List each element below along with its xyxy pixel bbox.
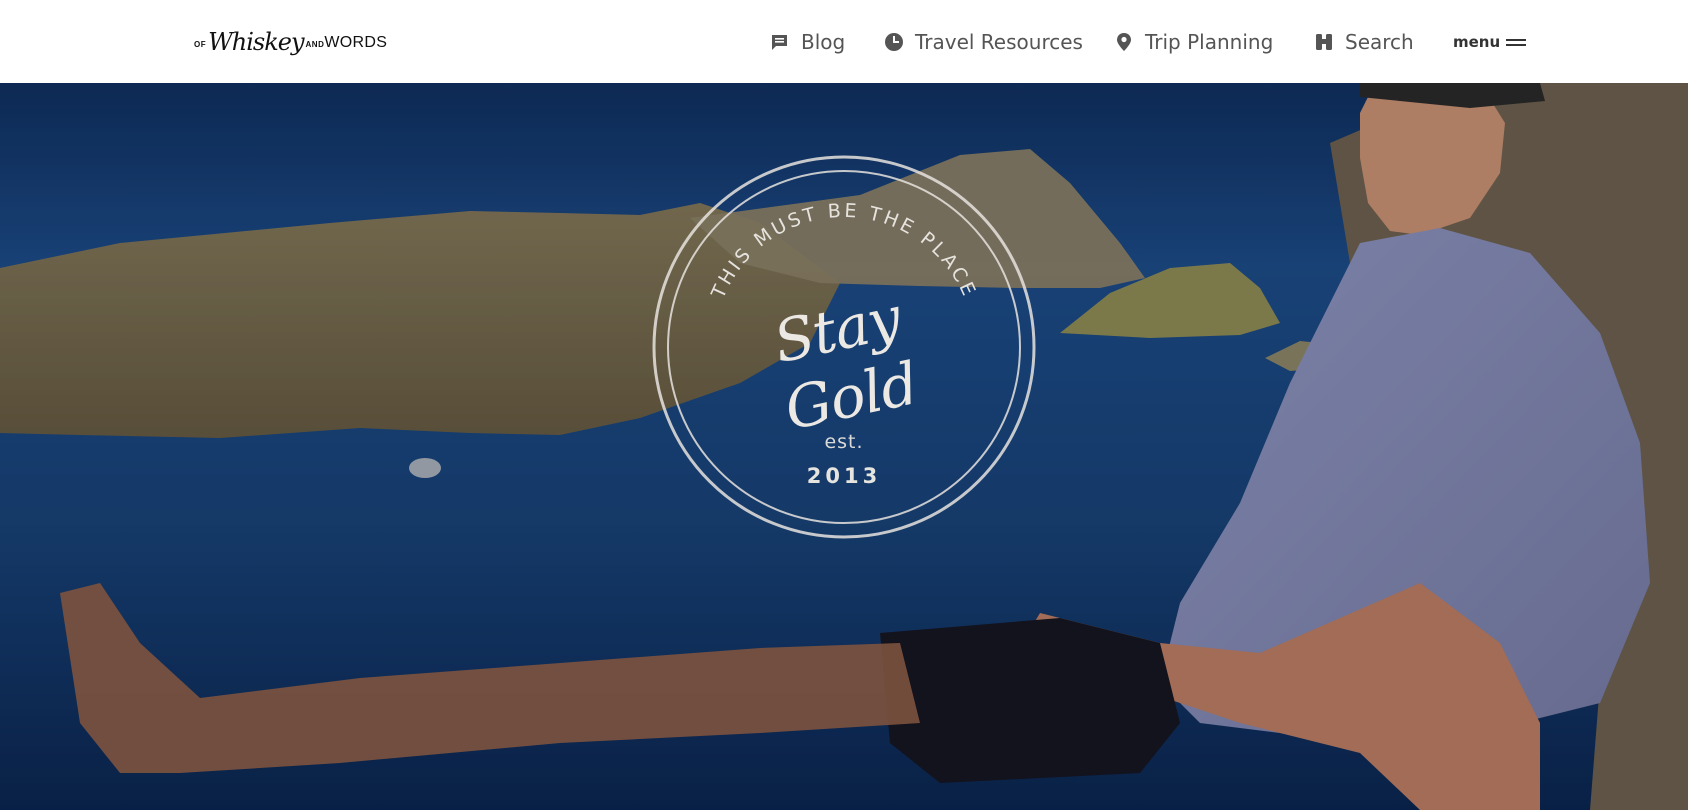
binoculars-icon <box>1314 32 1334 52</box>
nav-label-search: Search <box>1345 30 1414 54</box>
comment-icon <box>770 32 790 52</box>
stay-gold-emblem: THIS MUST BE THE PLACE Stay Gold est. 20… <box>652 155 1036 539</box>
nav-item-search[interactable]: Search <box>1314 30 1414 54</box>
logo-words: WORDS <box>324 34 388 51</box>
menu-button[interactable]: menu <box>1453 33 1527 51</box>
site-header: OF Whiskey AND WORDS Blog Travel Resourc… <box>0 0 1688 83</box>
nav-item-travel-resources[interactable]: Travel Resources <box>884 30 1083 54</box>
emblem-year: 2013 <box>806 464 882 488</box>
nav-item-blog[interactable]: Blog <box>770 30 845 54</box>
menu-label: menu <box>1453 33 1501 51</box>
emblem-est-label: est. <box>824 431 864 453</box>
map-pin-icon <box>1114 32 1134 52</box>
nav-item-trip-planning[interactable]: Trip Planning <box>1114 30 1273 54</box>
nav-label-blog: Blog <box>801 30 846 54</box>
logo-prefix: OF <box>194 39 207 49</box>
hamburger-icon <box>1506 36 1527 49</box>
nav-label-trip-planning: Trip Planning <box>1145 30 1274 54</box>
hero-banner: THIS MUST BE THE PLACE Stay Gold est. 20… <box>0 83 1688 810</box>
site-logo[interactable]: OF Whiskey AND WORDS <box>194 22 387 62</box>
logo-and: AND <box>305 39 325 49</box>
nav-label-travel-resources: Travel Resources <box>915 30 1083 54</box>
logo-script: Whiskey <box>208 28 304 56</box>
clock-icon <box>884 32 904 52</box>
